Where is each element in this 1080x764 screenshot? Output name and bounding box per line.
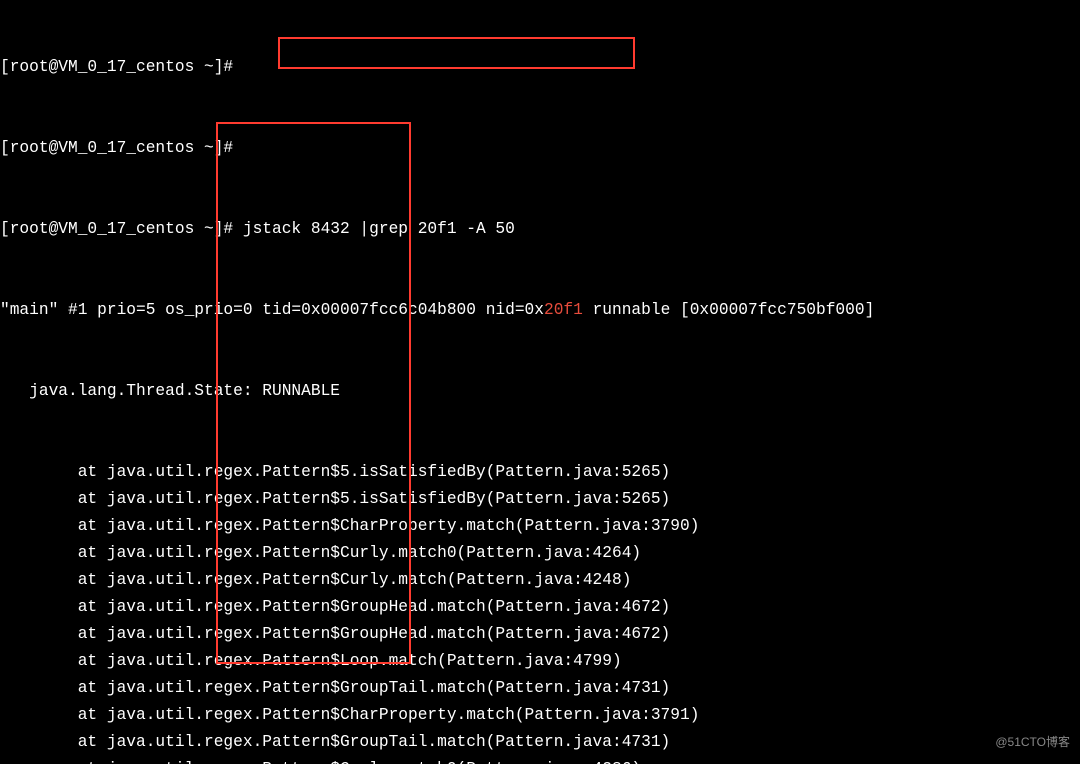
stack-frame: at java.util.regex.Pattern$5.isSatisfied… xyxy=(0,486,1080,513)
shell-prompt: [root@VM_0_17_centos ~]# xyxy=(0,139,243,157)
stack-frame: at java.util.regex.Pattern$GroupHead.mat… xyxy=(0,594,1080,621)
stack-frame: at java.util.regex.Pattern$GroupTail.mat… xyxy=(0,729,1080,756)
stack-frame: at java.util.regex.Pattern$5.isSatisfied… xyxy=(0,459,1080,486)
shell-prompt: [root@VM_0_17_centos ~]# xyxy=(0,220,243,238)
stack-frame: at java.util.regex.Pattern$Curly.match0(… xyxy=(0,540,1080,567)
stack-frame: at java.util.regex.Pattern$Curly.match0(… xyxy=(0,756,1080,764)
thread-header: "main" #1 prio=5 os_prio=0 tid=0x00007fc… xyxy=(0,297,1080,324)
thread-header-pre: "main" #1 prio=5 os_prio=0 tid=0x00007fc… xyxy=(0,301,544,319)
prompt-line-empty-2[interactable]: [root@VM_0_17_centos ~]# xyxy=(0,135,1080,162)
command-text: jstack 8432 |grep 20f1 -A 50 xyxy=(243,220,515,238)
terminal-output[interactable]: [root@VM_0_17_centos ~]# [root@VM_0_17_c… xyxy=(0,0,1080,764)
stack-frame: at java.util.regex.Pattern$GroupHead.mat… xyxy=(0,621,1080,648)
prompt-line-command[interactable]: [root@VM_0_17_centos ~]# jstack 8432 |gr… xyxy=(0,216,1080,243)
stack-frame: at java.util.regex.Pattern$GroupTail.mat… xyxy=(0,675,1080,702)
grep-match: 20f1 xyxy=(544,301,583,319)
stack-frame: at java.util.regex.Pattern$CharProperty.… xyxy=(0,702,1080,729)
thread-header-post: runnable [0x00007fcc750bf000] xyxy=(583,301,874,319)
watermark: @51CTO博客 xyxy=(995,729,1070,756)
stack-frame: at java.util.regex.Pattern$Curly.match(P… xyxy=(0,567,1080,594)
stack-frame: at java.util.regex.Pattern$Loop.match(Pa… xyxy=(0,648,1080,675)
stack-frame: at java.util.regex.Pattern$CharProperty.… xyxy=(0,513,1080,540)
prompt-line-empty-1[interactable]: [root@VM_0_17_centos ~]# xyxy=(0,54,1080,81)
shell-prompt: [root@VM_0_17_centos ~]# xyxy=(0,58,243,76)
thread-state: java.lang.Thread.State: RUNNABLE xyxy=(0,378,1080,405)
